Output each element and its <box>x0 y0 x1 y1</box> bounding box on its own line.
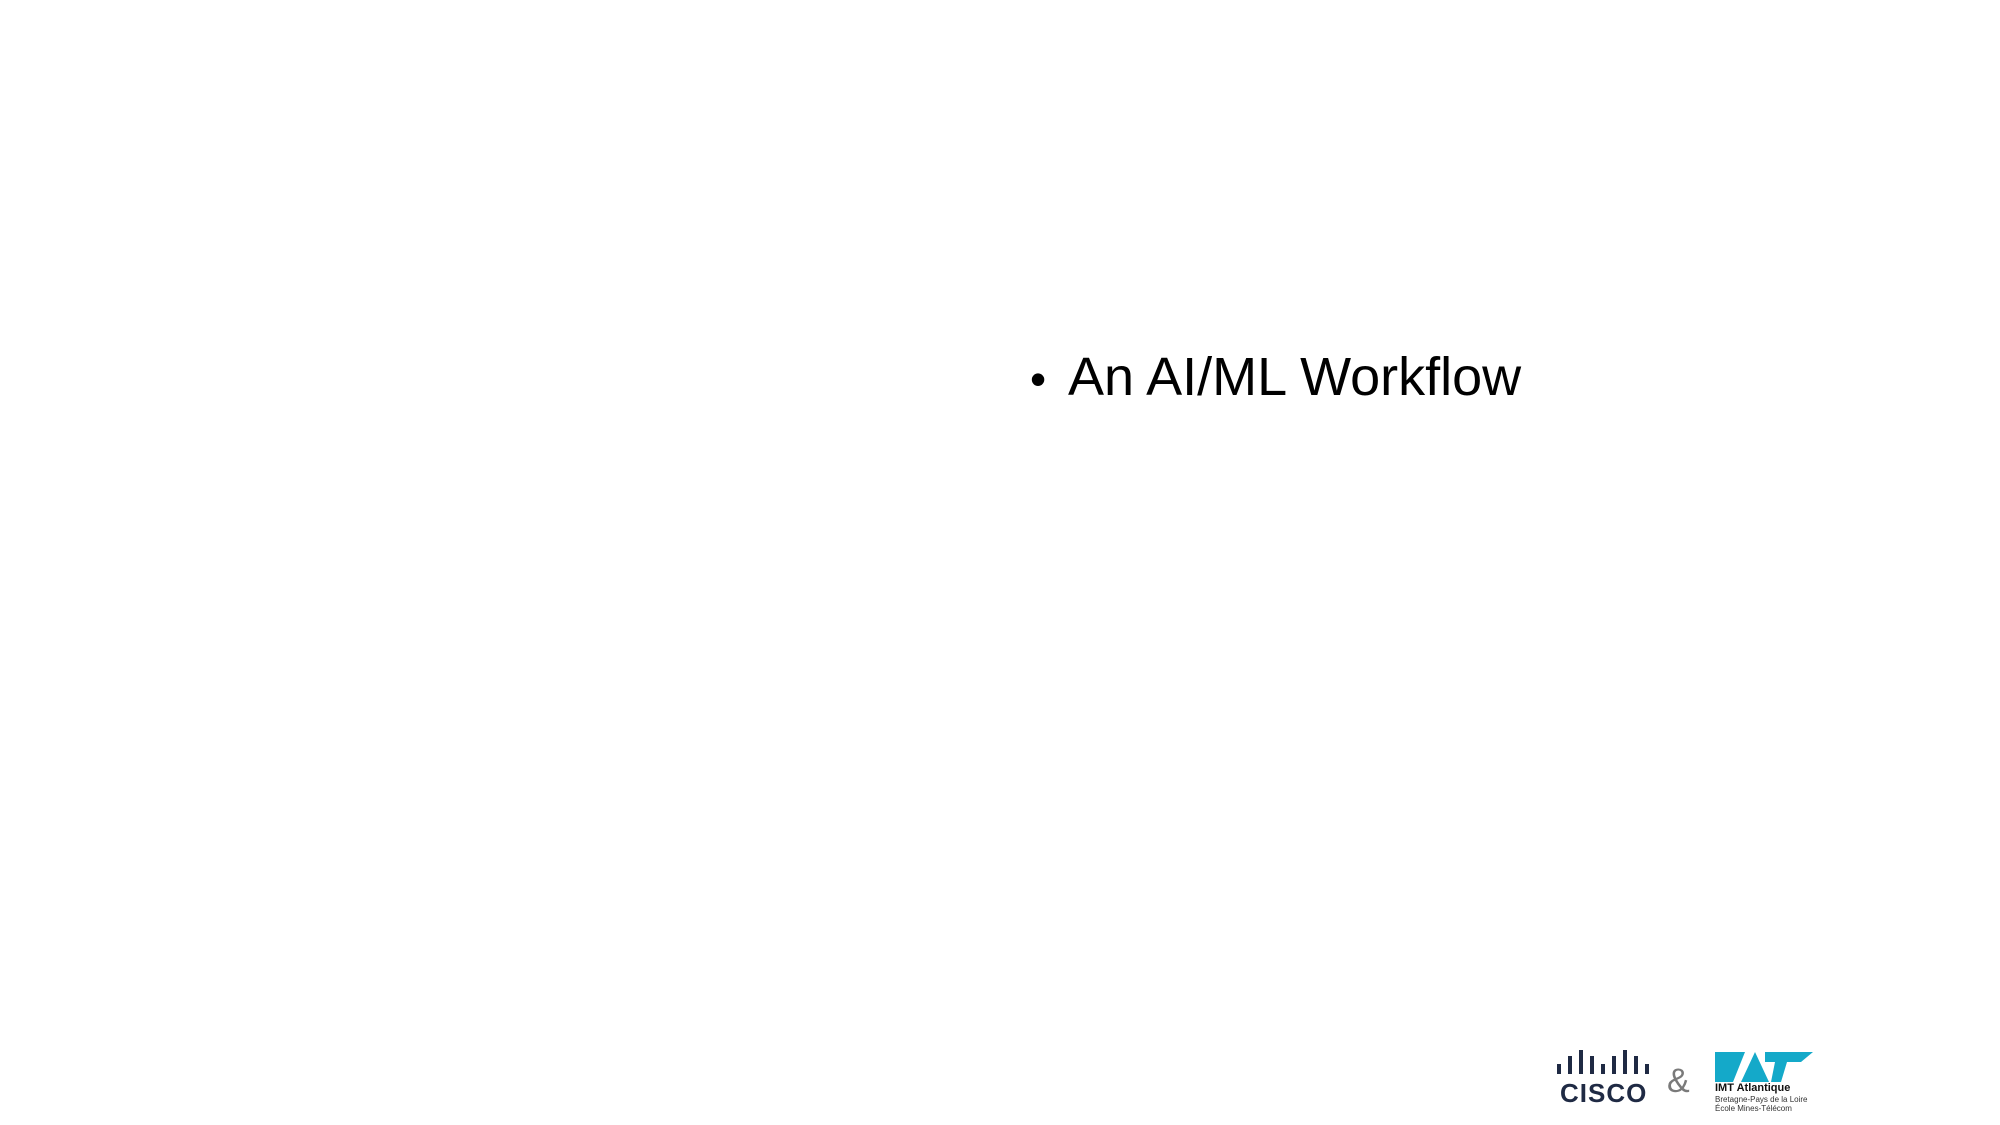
cisco-logo-icon <box>1557 1050 1649 1074</box>
imt-subtitle-line-2: École Mines-Télécom <box>1715 1104 1792 1113</box>
bullet-text: An AI/ML Workflow <box>1068 347 1522 407</box>
footer-logos: CISCO & IMT Atlantique Bretagne-Pays de … <box>1555 1050 1815 1115</box>
imt-atlantique-logo-icon <box>1715 1052 1813 1082</box>
bullet-marker: • <box>1030 353 1047 405</box>
logo-separator: & <box>1667 1062 1690 1100</box>
bullet-list: • An AI/ML Workflow <box>1030 345 1521 410</box>
imt-name: IMT Atlantique <box>1715 1082 1791 1094</box>
imt-atlantique-logo: IMT Atlantique Bretagne-Pays de la Loire… <box>1715 1052 1815 1114</box>
slide: • An AI/ML Workflow CISCO & IMT Atlantiq… <box>0 0 2000 1125</box>
cisco-wordmark: CISCO <box>1560 1078 1648 1108</box>
imt-subtitle-line-1: Bretagne-Pays de la Loire <box>1715 1095 1808 1104</box>
cisco-logo: CISCO <box>1555 1050 1655 1110</box>
bullet-item: • An AI/ML Workflow <box>1030 345 1521 410</box>
